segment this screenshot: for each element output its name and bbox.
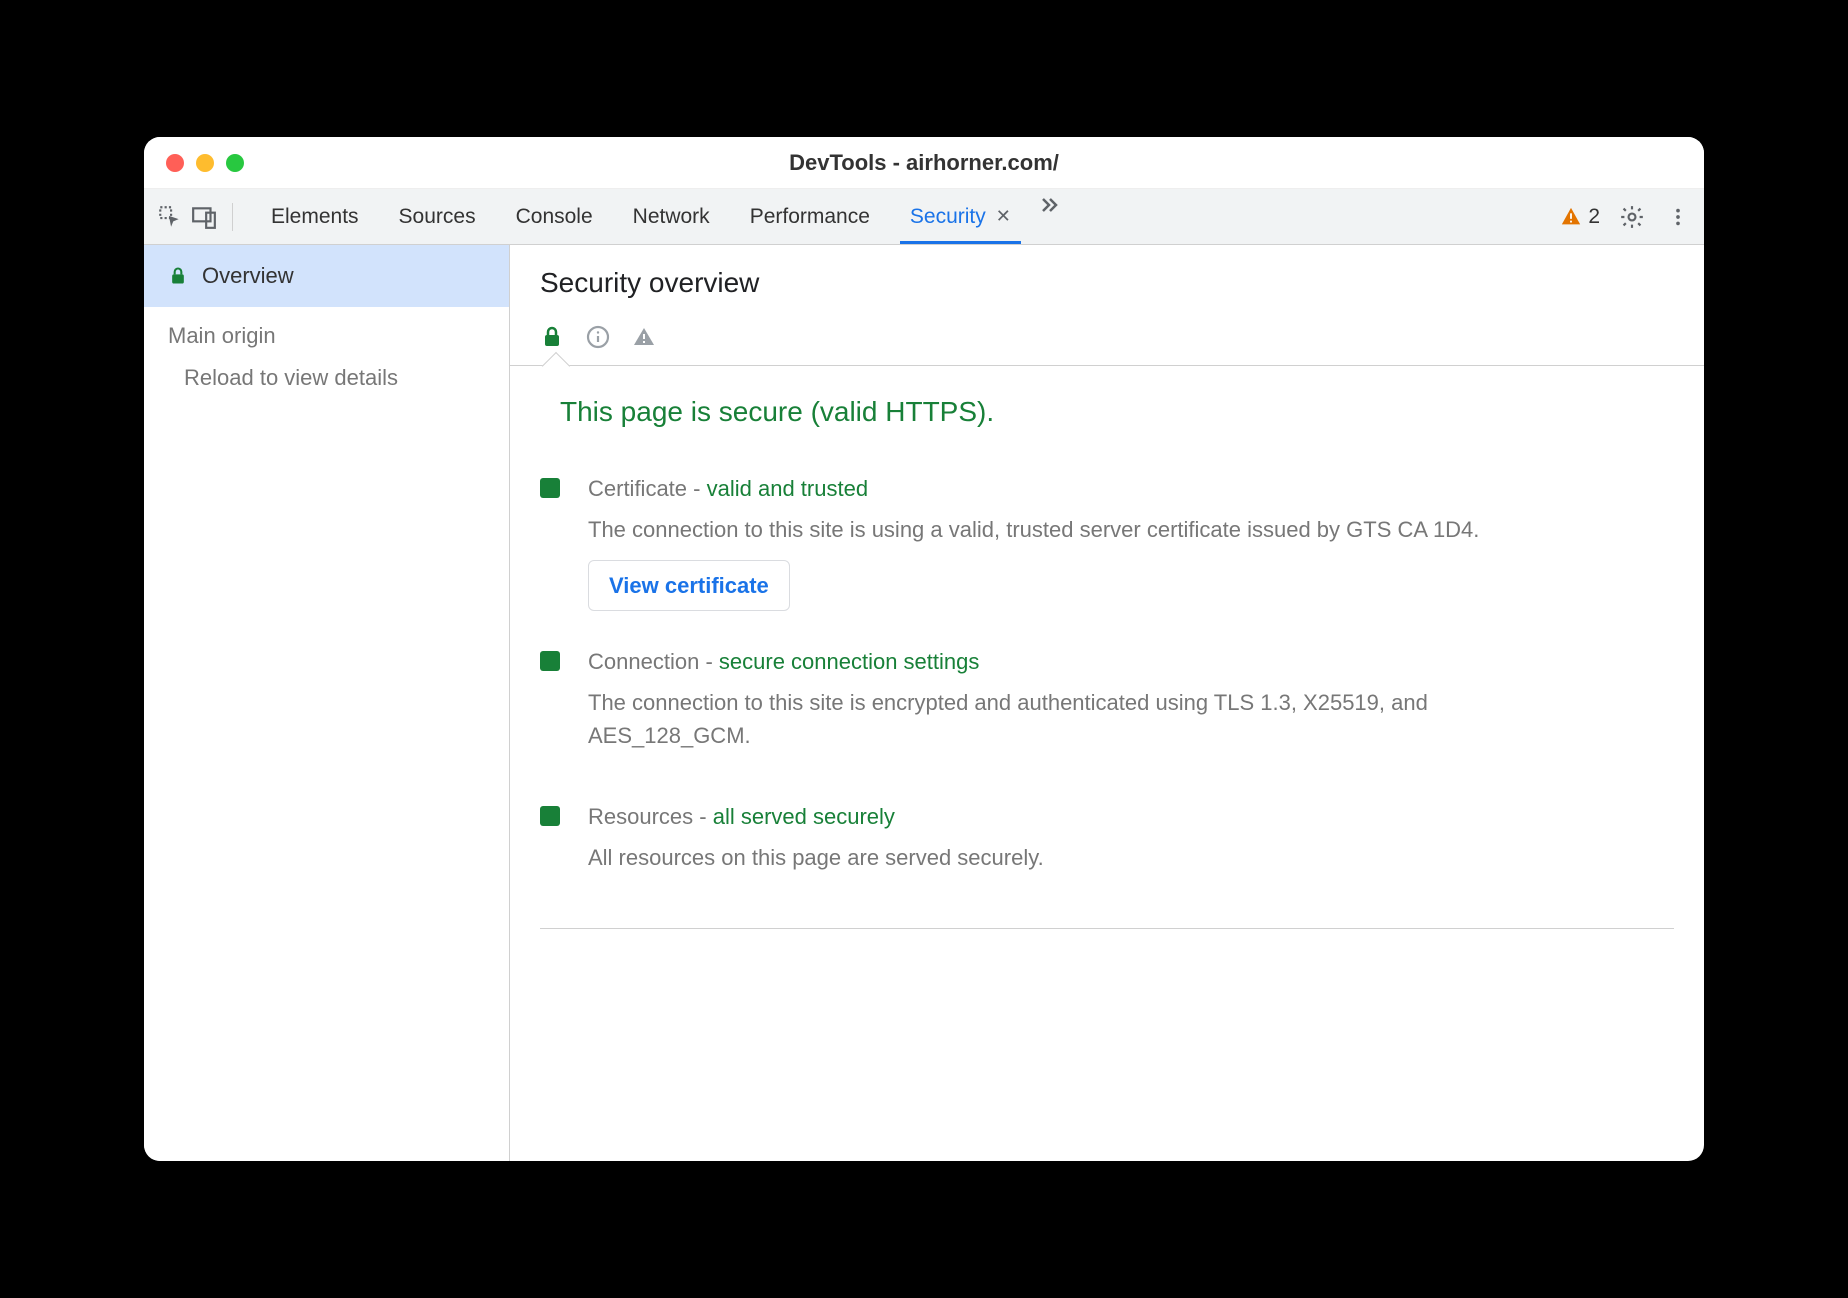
security-sidebar: Overview Main origin Reload to view deta…: [144, 245, 510, 1161]
view-certificate-button[interactable]: View certificate: [588, 560, 790, 611]
section-title: Connection - secure connection settings: [588, 645, 1674, 678]
titlebar: DevTools - airhorner.com/: [144, 137, 1704, 189]
status-square-icon: [540, 651, 560, 671]
more-tabs-icon[interactable]: [1035, 191, 1063, 219]
panel-tabs: Elements Sources Console Network Perform…: [265, 191, 1063, 243]
tab-security[interactable]: Security ✕: [904, 191, 1017, 243]
zoom-window-button[interactable]: [226, 154, 244, 172]
tab-network[interactable]: Network: [627, 191, 716, 243]
divider: [232, 203, 233, 231]
secure-lock-icon: [540, 325, 564, 349]
close-tab-icon[interactable]: ✕: [996, 206, 1011, 227]
warnings-button[interactable]: 2: [1560, 205, 1600, 229]
warning-count: 2: [1588, 205, 1600, 229]
status-square-icon: [540, 478, 560, 498]
section-description: The connection to this site is using a v…: [588, 513, 1548, 546]
status-icons-row: [510, 307, 1704, 349]
separator: [510, 365, 1704, 366]
sidebar-reload-hint: Reload to view details: [144, 357, 509, 399]
section-description: The connection to this site is encrypted…: [588, 686, 1548, 752]
devtools-window: DevTools - airhorner.com/ Elements Sourc…: [144, 137, 1704, 1161]
section-connection: Connection - secure connection settings …: [540, 621, 1674, 776]
status-square-icon: [540, 806, 560, 826]
main-area: Overview Main origin Reload to view deta…: [144, 245, 1704, 1161]
minimize-window-button[interactable]: [196, 154, 214, 172]
tab-elements[interactable]: Elements: [265, 191, 365, 243]
warning-triangle-icon: [632, 325, 656, 349]
sidebar-overview-label: Overview: [202, 263, 294, 289]
traffic-lights: [166, 154, 244, 172]
content-header: Security overview: [510, 245, 1704, 307]
tab-performance[interactable]: Performance: [744, 191, 876, 243]
settings-icon[interactable]: [1618, 203, 1646, 231]
toolbar-right: 2: [1560, 203, 1692, 231]
tab-sources[interactable]: Sources: [393, 191, 482, 243]
security-content: Security overview: [510, 245, 1704, 1161]
tab-console[interactable]: Console: [510, 191, 599, 243]
section-certificate: Certificate - valid and trusted The conn…: [540, 448, 1674, 621]
close-window-button[interactable]: [166, 154, 184, 172]
section-title: Resources - all served securely: [588, 800, 1674, 833]
device-toolbar-icon[interactable]: [190, 203, 218, 231]
more-options-icon[interactable]: [1664, 203, 1692, 231]
info-icon: [586, 325, 610, 349]
security-sections: Certificate - valid and trusted The conn…: [510, 438, 1704, 949]
sidebar-item-overview[interactable]: Overview: [144, 245, 509, 307]
section-description: All resources on this page are served se…: [588, 841, 1548, 874]
content-title: Security overview: [540, 267, 1674, 299]
toolbar: Elements Sources Console Network Perform…: [144, 189, 1704, 245]
sidebar-heading-main-origin: Main origin: [144, 307, 509, 357]
bottom-separator: [540, 928, 1674, 929]
security-banner: This page is secure (valid HTTPS).: [510, 366, 1704, 438]
window-title: DevTools - airhorner.com/: [144, 150, 1704, 176]
section-title: Certificate - valid and trusted: [588, 472, 1674, 505]
lock-icon: [168, 266, 188, 286]
section-resources: Resources - all served securely All reso…: [540, 776, 1674, 898]
inspect-element-icon[interactable]: [156, 203, 184, 231]
